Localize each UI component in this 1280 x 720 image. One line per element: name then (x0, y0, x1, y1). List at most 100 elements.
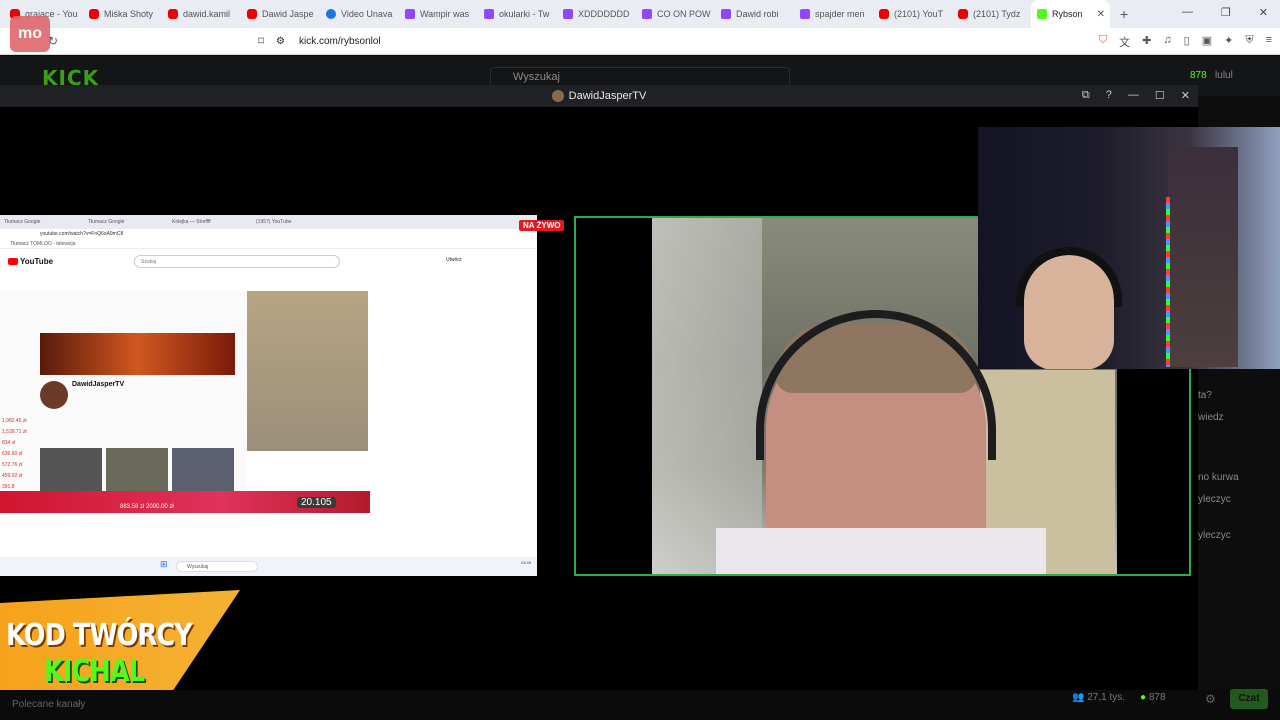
youtube-icon (879, 9, 889, 19)
help-icon[interactable]: ? (1106, 89, 1112, 102)
pip-title: DawidJasperTV (551, 90, 646, 102)
header-user-info: 878 lulul (1190, 70, 1233, 81)
sidebar-icon[interactable]: ▯ (1184, 34, 1190, 50)
browser-tab[interactable]: Video Unava (320, 0, 399, 28)
twitch-icon (642, 9, 652, 19)
chat-message: ta? (1198, 390, 1212, 401)
donation-amounts: 1,982.45 zł 1,539.71 zł 834 zł 636.60 zł 572… (2, 416, 26, 493)
browser-tab[interactable]: (2101) YouT (873, 0, 952, 28)
browser-tab-label: (2101) YouT (894, 9, 944, 19)
settings-gear-icon[interactable]: ⚙ (1205, 692, 1216, 706)
browser-tab-label: okularki - Tw (499, 9, 550, 19)
menu-icon[interactable]: ≡ (1266, 34, 1272, 50)
browser-tab[interactable]: Dawid Jaspe (241, 0, 320, 28)
donation-strip-text: 883.58 zł 2000.00 zł (120, 504, 174, 510)
channel-logo-badge: mo (10, 16, 50, 52)
live-count: ● 878 (1140, 692, 1166, 703)
windows-taskbar: ⊞ Wyszukaj 23:45 (0, 557, 537, 576)
browser-tab[interactable]: (2101) Tydz (952, 0, 1031, 28)
vpn-icon[interactable]: ⛨ (1245, 34, 1253, 50)
browser-tab-label: (2101) Tydz (973, 9, 1021, 19)
youtube-logo: YouTube (8, 257, 53, 266)
browser-tab[interactable]: Wampir was (399, 0, 478, 28)
donation-amount: 572.76 zł (2, 462, 23, 468)
channel-name: DawidJasperTV (72, 381, 125, 388)
browser-tab[interactable]: spajder men (794, 0, 873, 28)
corner-shelf (1168, 147, 1238, 367)
inner-webcam (247, 291, 368, 451)
youtube-create-button: Utwórz (446, 257, 462, 263)
video-thumbnail (40, 448, 102, 492)
url-field[interactable]: ⚙ kick.com/rybsonlol (276, 32, 948, 51)
donation-amount: 636.60 zł (2, 451, 23, 457)
minimize-icon[interactable]: — (1182, 6, 1193, 19)
extensions-icon[interactable]: ✚ (1142, 34, 1151, 50)
site-info-icon[interactable]: ⚙ (276, 36, 285, 47)
channel-avatar (40, 381, 68, 409)
webcam-curtain (652, 218, 762, 574)
bookmark-icon[interactable]: ⌑ (258, 34, 264, 48)
inner-tab: Kolejka — Streffff (172, 219, 211, 225)
youtube-icon (89, 9, 99, 19)
inner-bookmarks: Tłumacz TOMLOO - telewizja (0, 239, 537, 249)
translate-icon[interactable]: 文 (1119, 34, 1130, 50)
tab-close-icon[interactable]: ✕ (1097, 9, 1105, 20)
youtube-icon (168, 9, 178, 19)
chat-message: wiedz (1198, 412, 1224, 423)
browser-tab-label: dawid.kamil (183, 9, 231, 19)
blue-icon (326, 9, 336, 19)
browser-tab[interactable]: CO ON POW (636, 0, 715, 28)
browser-tab[interactable]: Dawid robi (715, 0, 794, 28)
browser-tab-label: Video Unava (341, 9, 393, 19)
viewer-count-text: 27,1 tys. (1087, 692, 1126, 703)
kick-search-input[interactable]: Wyszukaj (490, 67, 790, 87)
close-icon[interactable]: ✕ (1259, 6, 1268, 19)
wallet-icon[interactable]: ▣ (1202, 34, 1212, 50)
music-icon[interactable]: ♫ (1163, 34, 1171, 50)
header-viewer-count: 878 (1190, 70, 1207, 81)
browser-tab[interactable]: Rybson ✕ (1031, 0, 1110, 28)
reload-icon[interactable]: ↻ (48, 34, 58, 48)
leo-icon[interactable]: ✦ (1224, 34, 1233, 50)
browser-tab-label: CO ON POW (657, 9, 711, 19)
video-thumbnail (106, 448, 168, 492)
browser-tab[interactable]: XDDDDDDD (557, 0, 636, 28)
creator-code-title: KOD TWÓRCY (6, 618, 193, 653)
pip-controls: ⧉ ? — ☐ ✕ (1082, 89, 1190, 102)
recommended-channels[interactable]: Polecane kanały (12, 699, 85, 710)
browser-tab[interactable]: Miśka Shoty (83, 0, 162, 28)
browser-tab[interactable]: okularki - Tw (478, 0, 557, 28)
youtube-search: Szukaj (134, 255, 340, 268)
inner-tab: (1957) YouTube (256, 219, 292, 225)
pip-minimize-icon[interactable]: — (1128, 89, 1139, 102)
headphones-icon (1016, 247, 1122, 307)
chat-message: no kurwa (1198, 472, 1239, 483)
browser-tab-label: spajder men (815, 9, 865, 19)
live-count-text: 878 (1148, 692, 1166, 703)
chat-button[interactable]: Czat (1230, 689, 1268, 709)
pip-close-icon[interactable]: ✕ (1181, 89, 1190, 102)
new-tab-icon[interactable]: + (1120, 6, 1128, 22)
windows-start-icon: ⊞ (160, 559, 168, 569)
youtube-icon (247, 9, 257, 19)
browser-tab-label: Wampir was (420, 9, 470, 19)
twitch-icon (405, 9, 415, 19)
pip-maximize-icon[interactable]: ☐ (1155, 89, 1165, 102)
channel-banner (40, 333, 235, 375)
video-thumbnails (40, 448, 234, 492)
streamer-webcam (978, 127, 1280, 369)
back-to-tab-icon[interactable]: ⧉ (1082, 89, 1090, 102)
browser-tab-label: Miśka Shoty (104, 9, 154, 19)
brave-shield-icon[interactable]: ⛉ (1099, 34, 1107, 50)
maximize-icon[interactable]: ❐ (1221, 6, 1231, 19)
donation-counter: 20.105 (297, 497, 336, 508)
header-user-name[interactable]: lulul (1215, 70, 1233, 81)
browser-tab-label: XDDDDDDD (578, 9, 630, 19)
webcam-shirt (716, 528, 1046, 574)
inner-url: youtube.com/watch?v=FnQ6oA9mC8 (40, 231, 124, 237)
youtube-icon (958, 9, 968, 19)
browser-tab[interactable]: dawid.kamil (162, 0, 241, 28)
viewers-icon: 👥 (1072, 692, 1085, 703)
browser-tab-bar: grające - You Miśka Shoty dawid.kamil Dawid… (0, 0, 1280, 28)
youtube-logo-text: YouTube (20, 256, 54, 266)
